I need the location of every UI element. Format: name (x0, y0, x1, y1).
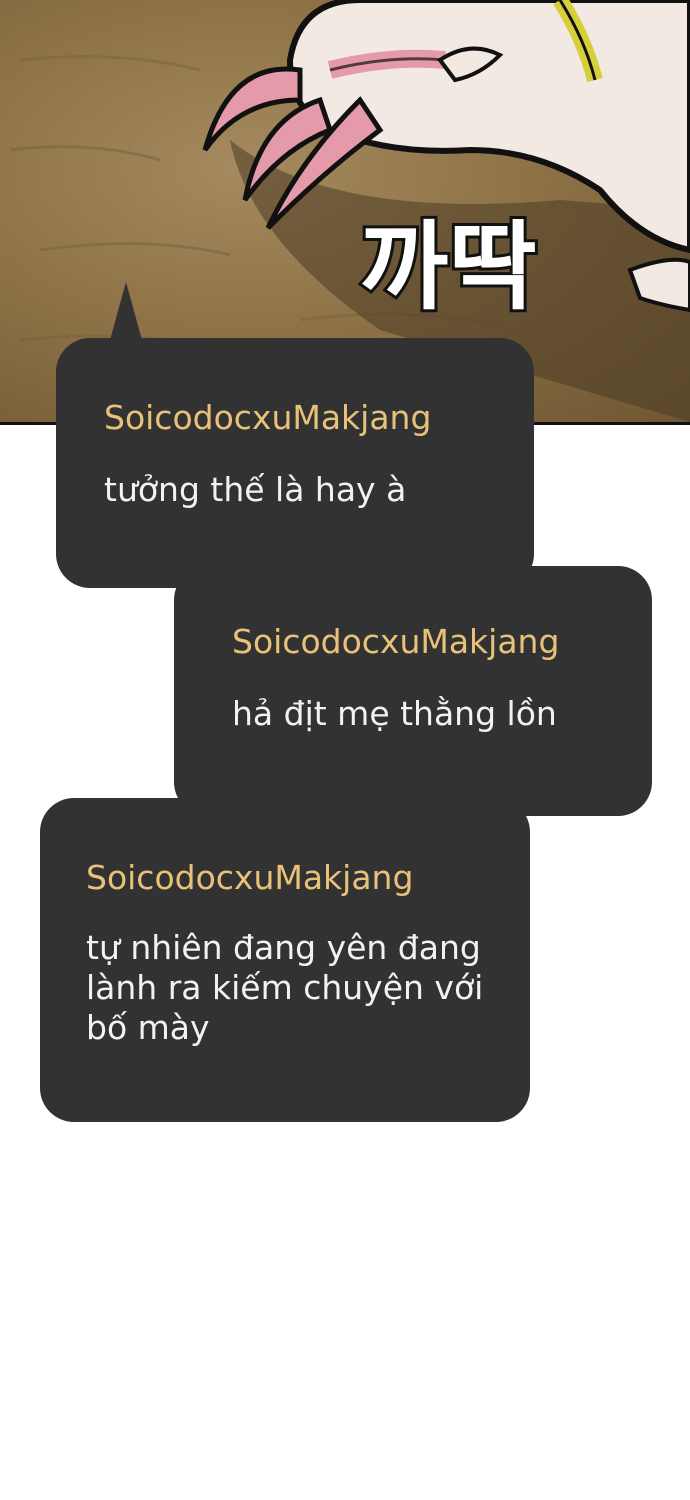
comment-username: SoicodocxuMakjang (232, 622, 560, 661)
comment-username: SoicodocxuMakjang (86, 858, 414, 897)
comment-text: tự nhiên đang yên đang lành ra kiếm chuy… (86, 928, 484, 1047)
sound-effect-text: 까딱 (360, 211, 537, 323)
speech-bubble-tail (110, 282, 142, 340)
comment-text: hả địt mẹ thằng lồn (232, 694, 557, 733)
comment-bubble: SoicodocxuMakjang tự nhiên đang yên đang… (40, 798, 530, 1122)
comment-bubble: SoicodocxuMakjang hả địt mẹ thằng lồn (174, 566, 652, 816)
comment-bubble: SoicodocxuMakjang tưởng thế là hay à (56, 338, 534, 588)
comment-text: tưởng thế là hay à (104, 470, 407, 509)
comment-username: SoicodocxuMakjang (104, 398, 432, 437)
